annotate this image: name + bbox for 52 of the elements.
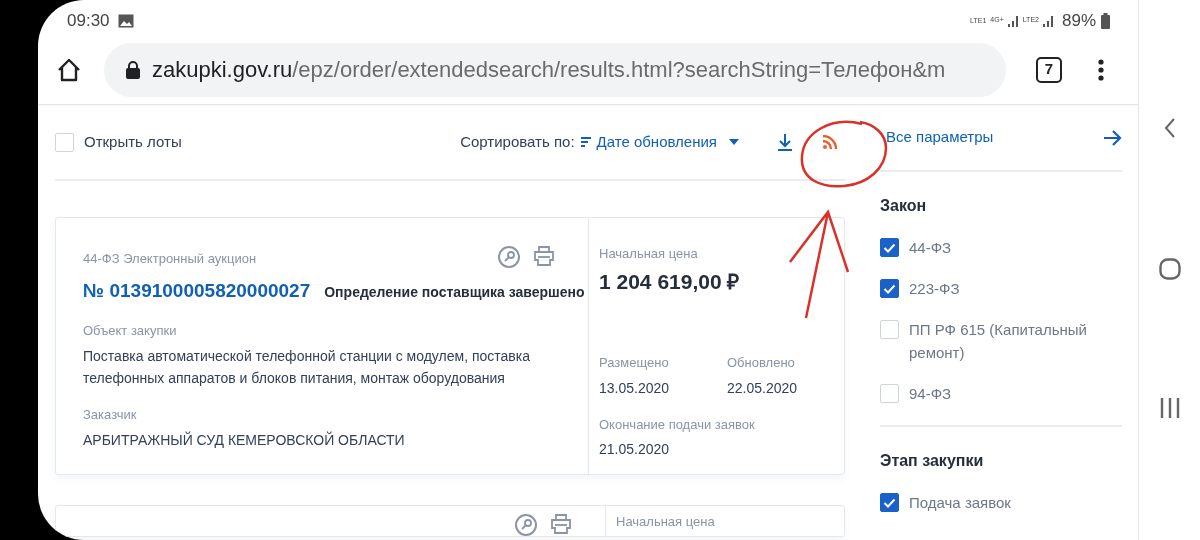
checkbox-label: Открыть лоты: [84, 131, 182, 152]
recent-apps-icon[interactable]: [1159, 398, 1180, 418]
checkbox[interactable]: [880, 279, 899, 298]
field-label: Окончание подачи заявок: [599, 415, 756, 434]
field-label: Заказчик: [83, 405, 138, 424]
signal-icon: [1006, 14, 1019, 27]
back-icon[interactable]: [1163, 118, 1176, 138]
address-bar[interactable]: zakupki.gov.ru/epz/order/extendedsearch/results.html?searchString=Телефон&m: [104, 42, 1006, 97]
signal-icon: [1041, 14, 1054, 27]
rss-icon[interactable]: [823, 135, 837, 149]
checkbox-label: ПП РФ 615 (Капитальный ремонт): [909, 320, 1088, 363]
procurement-object: Поставка автоматической телефонной станции с модулем, поставка телефонных аппаратов и блоков питания, монтаж оборудования: [83, 346, 531, 388]
procurement-type: 44-ФЗ Электронный аукцион: [83, 250, 257, 268]
battery-level: 89%: [1061, 9, 1096, 32]
menu-icon[interactable]: [1098, 58, 1104, 81]
battery-icon: [1101, 12, 1110, 29]
all-parameters-link[interactable]: Все параметры: [886, 126, 994, 149]
filter-group-title: Этап закупки: [880, 451, 985, 471]
date-value: 21.05.2020: [599, 440, 671, 459]
sort-label: Сортировать по:: [460, 131, 575, 152]
date-value: 13.05.2020: [599, 378, 671, 398]
date-value: 22.05.2020: [727, 378, 799, 398]
field-label: Обновлено: [727, 354, 796, 372]
checkbox[interactable]: [880, 238, 899, 257]
field-label: Начальная цена: [599, 245, 699, 263]
printer-icon[interactable]: [551, 514, 571, 534]
image-icon: [117, 13, 134, 28]
tab-count-button[interactable]: 7: [1036, 56, 1062, 83]
home-button-icon[interactable]: [1158, 258, 1181, 280]
checkbox-label: 94-ФЗ: [909, 384, 952, 404]
initial-price: 1 204 619,00 ₽: [599, 268, 741, 295]
customer-link[interactable]: АРБИТРАЖНЫЙ СУД КЕМЕРОВСКОЙ ОБЛАСТИ: [83, 430, 405, 451]
clock-time: 09:30: [67, 9, 110, 32]
sort-icon: [580, 137, 591, 147]
checkbox-label: 44-ФЗ: [909, 238, 952, 258]
url-text: zakupki.gov.ru/epz/order/extendedsearch/results.html?searchString=Телефон&m: [152, 56, 946, 84]
checkbox-label: Подача заявок: [909, 493, 1011, 513]
caret-icon: [729, 139, 739, 145]
arrow-right-icon[interactable]: [1104, 129, 1122, 146]
home-icon[interactable]: [56, 56, 82, 83]
sort-dropdown[interactable]: Дате обновления: [580, 130, 739, 154]
download-icon[interactable]: [777, 133, 793, 151]
lock-icon: [126, 60, 140, 79]
filter-group-title: Закон: [880, 196, 928, 216]
field-label: Размещено: [599, 354, 670, 372]
field-label: Начальная цена: [616, 513, 716, 531]
printer-icon[interactable]: [534, 246, 554, 266]
procurement-number-link[interactable]: № 0139100005820000027: [83, 276, 311, 305]
checkbox-label: 223-ФЗ: [909, 279, 960, 299]
procurement-status: Определение поставщика завершено: [324, 282, 585, 302]
field-label: Объект закупки: [83, 322, 178, 340]
checkbox[interactable]: [880, 493, 899, 512]
